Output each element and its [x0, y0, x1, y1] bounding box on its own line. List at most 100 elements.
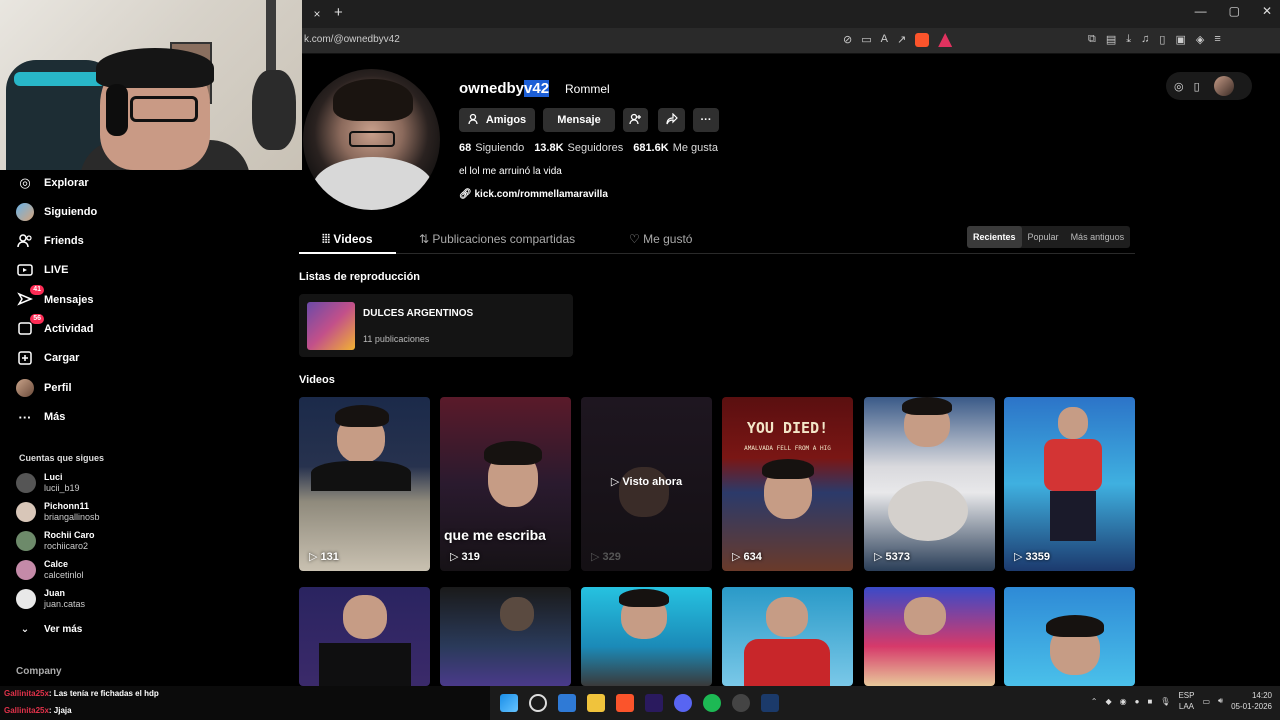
following-account-luci[interactable]: Luci lucii_b19	[16, 472, 80, 494]
video-thumbnail[interactable]: ▷ Visto ahora ▷ 329	[581, 397, 712, 571]
profile-link[interactable]: 🔗︎ kick.com/rommellamaravilla	[459, 189, 608, 200]
sidebar-item-mas[interactable]: ··· Más	[16, 405, 66, 429]
search-icon[interactable]	[529, 694, 547, 712]
vpn-icon[interactable]: ◈	[1196, 33, 1204, 46]
sidebar-item-live[interactable]: LIVE	[16, 258, 68, 282]
phone-icon[interactable]: ▯	[1194, 80, 1200, 93]
volume-icon[interactable]: 🔊︎	[1218, 696, 1223, 706]
guitar-shape	[252, 70, 296, 150]
sidebar-item-siguiendo[interactable]: Siguiendo	[16, 200, 97, 224]
system-clock[interactable]: 14:20 05-01-2026	[1231, 690, 1272, 712]
tab-liked[interactable]: ♡ Me gustó	[629, 232, 692, 246]
streamer-hair-shape	[96, 48, 214, 88]
music-icon[interactable]: ♫	[1141, 33, 1149, 46]
compass-small-icon[interactable]: ◎	[1174, 80, 1184, 93]
video-thumbnail[interactable]	[1004, 587, 1135, 686]
video-thumbnail[interactable]: que me escriba ▷ 319	[440, 397, 571, 571]
live-icon	[16, 261, 34, 279]
wallet-icon[interactable]: ▣	[1175, 33, 1185, 46]
account-username: calcetinlol	[44, 570, 84, 580]
video-thumbnail[interactable]	[440, 587, 571, 686]
close-window-button[interactable]: ✕	[1262, 4, 1272, 18]
videos-section-title: Videos	[299, 374, 335, 386]
tab-videos[interactable]: ⦙⦙⦙ Videos	[322, 232, 373, 247]
share-profile-button[interactable]	[658, 108, 685, 132]
translate-icon[interactable]: A	[881, 33, 888, 47]
chevron-down-icon: ⌄	[20, 623, 30, 635]
message-button[interactable]: Mensaje	[543, 108, 615, 132]
tray-app-icon[interactable]: ◆	[1105, 697, 1111, 706]
company-section-title[interactable]: Company	[16, 666, 62, 677]
video-thumbnail[interactable]: YOU DIED! AMALVADA FELL FROM A HIG ▷ 634	[722, 397, 853, 571]
spotify-icon[interactable]	[703, 694, 721, 712]
tab-close-button[interactable]: ×	[308, 6, 326, 22]
sidebar-item-friends[interactable]: Friends	[16, 229, 84, 253]
language-indicator[interactable]: ESP LAA	[1178, 690, 1194, 712]
following-account-juan[interactable]: Juan juan.catas	[16, 588, 85, 610]
sidebar-item-perfil[interactable]: Perfil	[16, 376, 72, 400]
media-icon[interactable]: ▤	[1106, 33, 1116, 46]
extensions-icon[interactable]: ⧉	[1088, 33, 1096, 46]
playlists-title: Listas de reproducción	[299, 271, 421, 283]
video-thumbnail[interactable]: ▷ 3359	[1004, 397, 1135, 571]
stat-value: 13.8K	[534, 142, 564, 154]
stat-followers[interactable]: 13.8K Seguidores	[534, 142, 623, 154]
video-thumbnail[interactable]: ▷ 5373	[864, 397, 995, 571]
download-icon[interactable]: ⤓	[1126, 33, 1131, 46]
no-cast-icon[interactable]: ⊘	[843, 33, 852, 47]
playlist-card[interactable]: DULCES ARGENTINOS 11 publicaciones	[299, 294, 573, 357]
tray-steam-icon[interactable]: ●	[1135, 697, 1140, 706]
sort-recent[interactable]: Recientes	[967, 226, 1022, 248]
video-thumbnail[interactable]	[581, 587, 712, 686]
suggest-accounts-button[interactable]	[623, 108, 648, 132]
friends-button[interactable]: Amigos	[459, 108, 535, 132]
following-account-rochii[interactable]: Rochii Caro rochiicaro2	[16, 530, 95, 552]
sidebar-item-mensajes[interactable]: 41 Mensajes	[16, 285, 94, 312]
video-thumbnail[interactable]	[722, 587, 853, 686]
stat-value: 68	[459, 142, 472, 154]
tray-chevron-icon[interactable]: ⌃	[1091, 697, 1098, 706]
sidebar-item-cargar[interactable]: Cargar	[16, 346, 79, 370]
new-tab-button[interactable]: +	[334, 4, 343, 21]
photos-icon[interactable]	[558, 694, 576, 712]
stat-following[interactable]: 68 Siguiendo	[459, 142, 524, 154]
video-thumbnail[interactable]: ▷ 131	[299, 397, 430, 571]
video-thumbnail[interactable]	[864, 587, 995, 686]
tray-security-icon[interactable]: ■	[1147, 697, 1152, 706]
steam-icon[interactable]	[761, 694, 779, 712]
brave-shields-icon[interactable]	[915, 33, 930, 47]
account-avatar-button[interactable]	[1213, 76, 1234, 96]
tray-discord-icon[interactable]: ◉	[1120, 697, 1127, 706]
brave-browser-icon[interactable]	[616, 694, 634, 712]
discord-icon[interactable]	[674, 694, 692, 712]
sidebar-toggle-icon[interactable]: ▯	[1159, 33, 1165, 46]
language-code: ESP	[1178, 691, 1195, 700]
cast-icon[interactable]: ▭	[861, 33, 871, 47]
brave-rewards-icon[interactable]	[938, 33, 953, 47]
menu-icon[interactable]: ≡	[1214, 33, 1220, 46]
microphone-icon[interactable]: 🎙︎	[1160, 697, 1170, 706]
following-account-calce[interactable]: Calce calcetinlol	[16, 559, 84, 581]
premiere-icon[interactable]	[645, 694, 663, 712]
see-more-button[interactable]: ⌄ Ver más	[16, 617, 83, 641]
more-options-button[interactable]: ···	[693, 108, 719, 132]
minimize-button[interactable]: —	[1195, 4, 1207, 18]
file-explorer-icon[interactable]	[587, 694, 605, 712]
share-icon[interactable]: ↗	[897, 33, 906, 47]
sidebar-item-explorar[interactable]: ◎ Explorar	[16, 171, 88, 195]
url-field[interactable]: k.com/@ownedbyv42	[304, 34, 400, 45]
sidebar-item-label: Siguiendo	[44, 206, 98, 218]
profile-avatar[interactable]	[303, 69, 440, 210]
sort-popular[interactable]: Popular	[1022, 226, 1065, 248]
tab-reposts[interactable]: ⇅ Publicaciones compartidas	[419, 232, 575, 246]
windows-start-icon[interactable]	[500, 694, 518, 712]
following-account-pichonn11[interactable]: Pichonn11 briangallinosb	[16, 501, 100, 523]
video-thumbnail[interactable]	[299, 587, 430, 686]
upload-icon	[16, 349, 34, 367]
obs-icon[interactable]	[732, 694, 750, 712]
hair-shape	[1046, 615, 1104, 637]
sort-oldest[interactable]: Más antiguos	[1065, 226, 1131, 248]
network-icon[interactable]: ▭	[1202, 697, 1210, 706]
sidebar-item-actividad[interactable]: 56 Actividad	[16, 314, 94, 341]
maximize-button[interactable]: ▢	[1229, 4, 1240, 18]
